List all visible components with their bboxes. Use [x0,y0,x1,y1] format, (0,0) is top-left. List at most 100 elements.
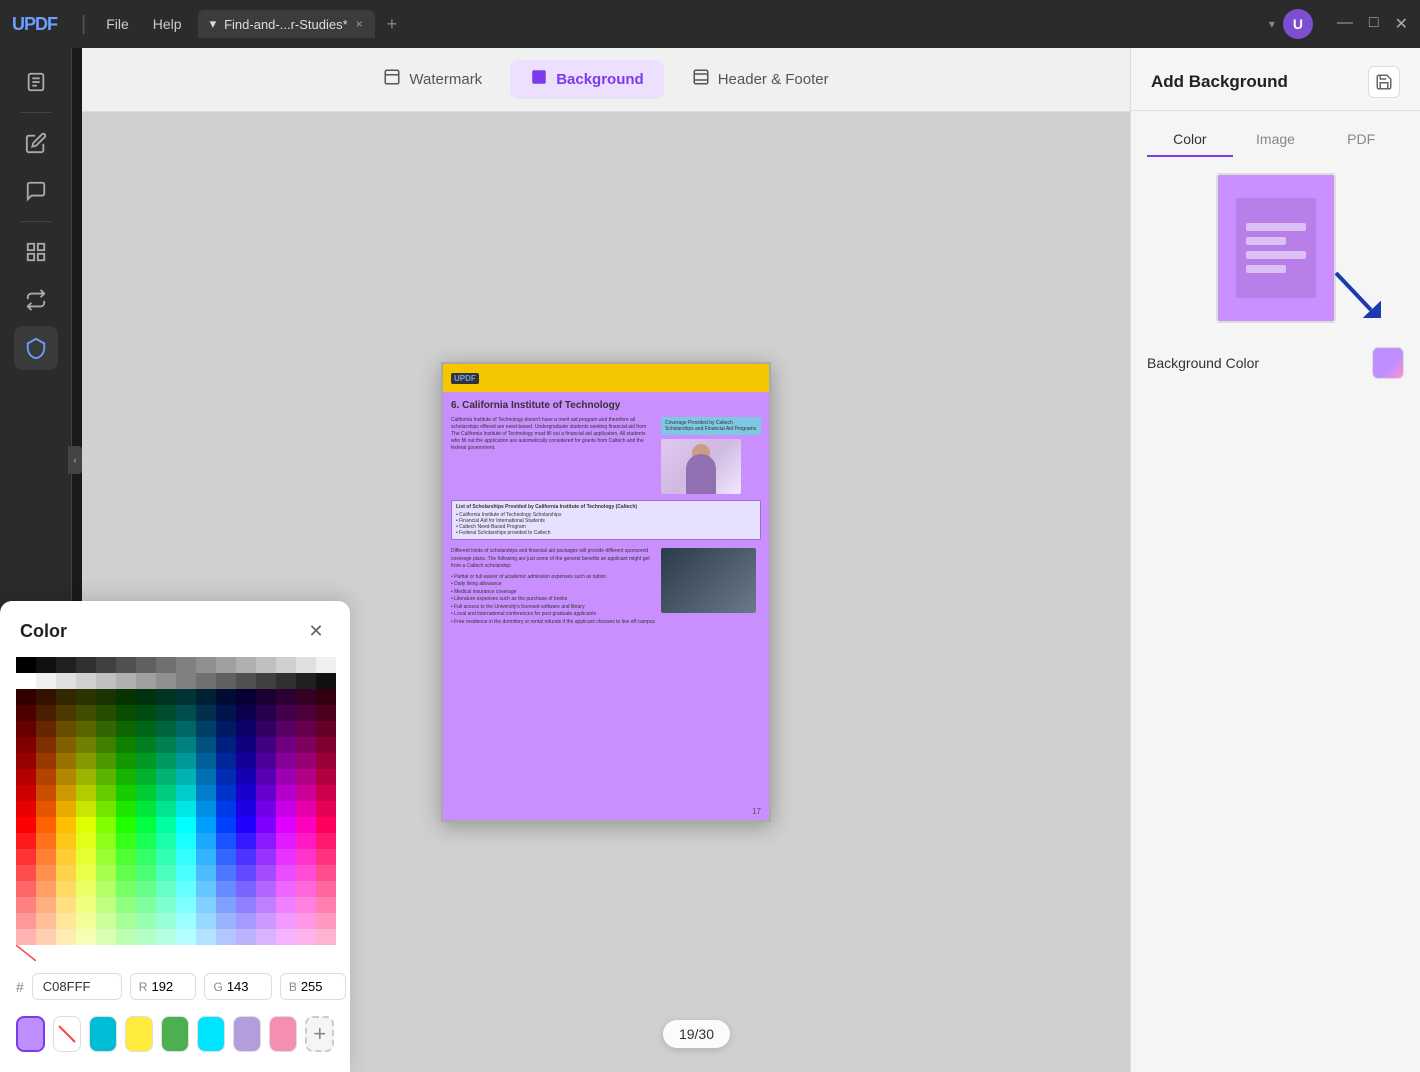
sidebar-collapse-tab[interactable]: ‹ [68,446,82,474]
color-cell[interactable] [116,737,136,753]
close-button[interactable]: ✕ [1395,14,1408,34]
sidebar-icon-edit[interactable] [14,121,58,165]
color-cell[interactable] [56,657,76,673]
color-cell[interactable] [236,689,256,705]
color-cell[interactable] [236,785,256,801]
color-cell[interactable] [216,833,236,849]
color-cell[interactable] [296,913,316,929]
color-cell[interactable] [116,913,136,929]
color-cell[interactable] [116,897,136,913]
color-cell[interactable] [116,753,136,769]
color-cell[interactable] [256,849,276,865]
color-cell[interactable] [36,833,56,849]
cyan-color-swatch[interactable] [197,1016,225,1052]
color-cell[interactable] [296,785,316,801]
color-cell[interactable] [296,929,316,945]
color-cell[interactable] [96,673,116,689]
color-cell[interactable] [216,929,236,945]
purple-light-swatch[interactable] [233,1016,261,1052]
color-cell[interactable] [296,833,316,849]
color-cell[interactable] [236,865,256,881]
color-cell[interactable] [36,753,56,769]
color-cell[interactable] [316,801,336,817]
tab-image[interactable]: Image [1233,123,1319,157]
color-cell[interactable] [76,689,96,705]
color-cell[interactable] [136,657,156,673]
color-cell[interactable] [236,721,256,737]
color-cell[interactable] [196,721,216,737]
color-cell[interactable] [196,897,216,913]
color-cell[interactable] [96,881,116,897]
color-cell[interactable] [76,785,96,801]
color-cell[interactable] [276,801,296,817]
color-cell[interactable] [236,849,256,865]
color-cell[interactable] [76,929,96,945]
color-cell[interactable] [16,801,36,817]
add-swatch-button[interactable]: + [305,1016,334,1052]
color-cell[interactable] [16,689,36,705]
color-cell[interactable] [276,849,296,865]
color-cell[interactable] [76,881,96,897]
color-cell[interactable] [76,673,96,689]
menu-file[interactable]: File [98,12,137,36]
color-cell[interactable] [136,673,156,689]
g-input[interactable] [227,979,263,994]
color-cell[interactable] [56,881,76,897]
color-cell[interactable] [16,785,36,801]
color-cell[interactable] [116,865,136,881]
color-cell[interactable] [196,689,216,705]
color-cell[interactable] [116,881,136,897]
tab-pdf[interactable]: PDF [1318,123,1404,157]
minimize-button[interactable]: — [1337,14,1353,34]
color-cell[interactable] [116,721,136,737]
color-cell[interactable] [296,865,316,881]
color-cell[interactable] [96,817,116,833]
color-cell[interactable] [236,929,256,945]
color-cell[interactable] [56,769,76,785]
tabs-dropdown-button[interactable]: ▾ [1269,17,1275,31]
color-cell[interactable] [156,849,176,865]
color-cell[interactable] [76,817,96,833]
color-cell[interactable] [136,769,156,785]
color-cell[interactable] [36,737,56,753]
color-cell[interactable] [76,865,96,881]
color-cell[interactable] [56,865,76,881]
color-cell[interactable] [196,833,216,849]
color-cell[interactable] [236,753,256,769]
tab-close-button[interactable]: × [356,17,363,31]
color-cell[interactable] [96,785,116,801]
color-cell[interactable] [236,769,256,785]
toolbar-tab-watermark[interactable]: Watermark [363,60,502,99]
color-cell[interactable] [96,913,116,929]
color-cell[interactable] [296,721,316,737]
color-cell[interactable] [16,705,36,721]
color-cell[interactable] [176,881,196,897]
color-cell[interactable] [176,897,196,913]
color-cell[interactable] [136,785,156,801]
color-cell[interactable] [96,833,116,849]
color-cell[interactable] [16,753,36,769]
maximize-button[interactable]: □ [1369,14,1379,34]
color-cell[interactable] [96,689,116,705]
add-tab-button[interactable]: + [387,14,398,35]
color-cell[interactable] [276,833,296,849]
color-cell[interactable] [176,833,196,849]
color-cell[interactable] [256,913,276,929]
color-cell[interactable] [56,897,76,913]
color-cell[interactable] [76,721,96,737]
color-cell[interactable] [216,737,236,753]
color-cell[interactable] [56,673,76,689]
sidebar-icon-convert[interactable] [14,278,58,322]
color-cell[interactable] [116,785,136,801]
color-picker-close-button[interactable]: ✕ [302,617,330,645]
color-cell[interactable] [216,881,236,897]
color-cell[interactable] [116,769,136,785]
pink-swatch[interactable] [269,1016,297,1052]
color-cell[interactable] [16,657,36,673]
color-cell[interactable] [116,929,136,945]
color-cell[interactable] [116,689,136,705]
color-cell[interactable] [256,657,276,673]
color-cell[interactable] [156,801,176,817]
color-cell[interactable] [156,913,176,929]
color-cell[interactable] [176,801,196,817]
